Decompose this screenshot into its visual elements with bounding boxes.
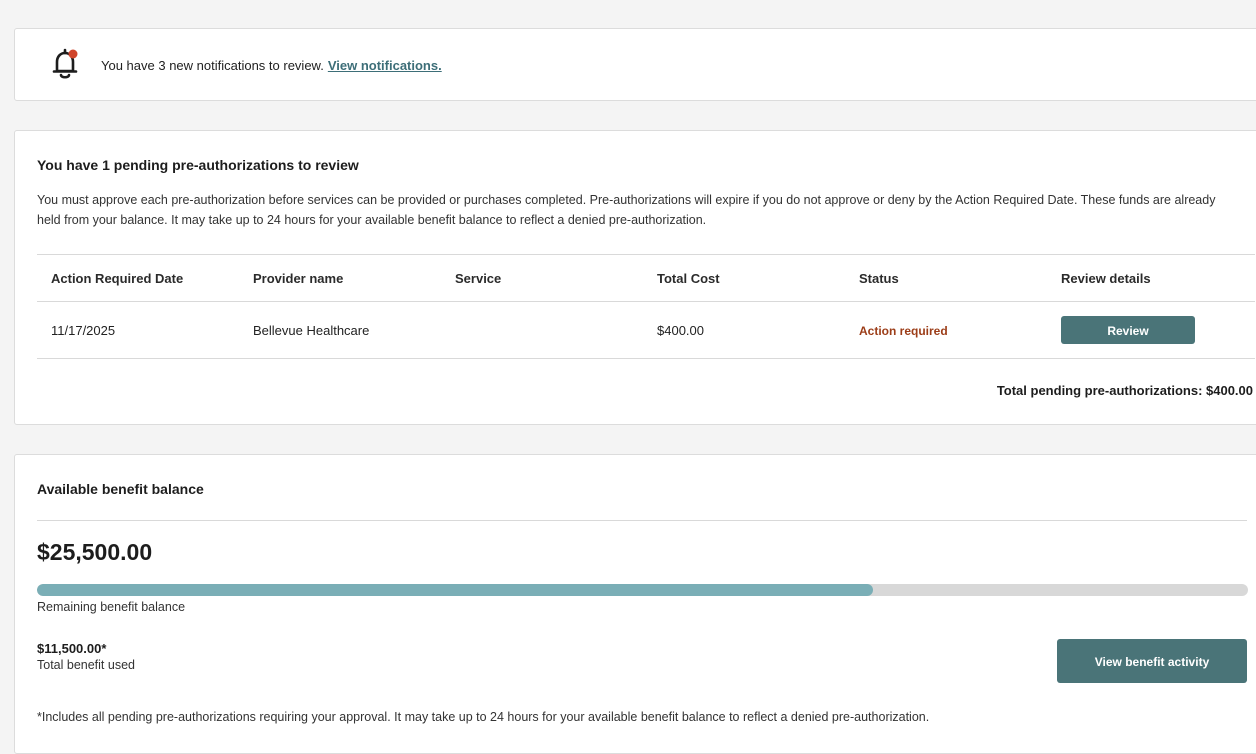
balance-footnote: *Includes all pending pre-authorizations… [37, 710, 930, 724]
status-badge: Action required [859, 323, 948, 338]
column-header: Provider name [253, 270, 344, 286]
action-required-date: 11/17/2025 [51, 322, 116, 338]
notification-badge-icon [68, 49, 78, 59]
pending-preauth-card: You have 1 pending pre-authorizations to… [14, 130, 1256, 425]
remaining-balance-label: Remaining benefit balance [37, 600, 186, 614]
balance-progress-bar [37, 584, 1248, 596]
column-header: Total Cost [657, 270, 720, 286]
preauth-table: Action Required Date Provider name Servi… [37, 254, 1255, 359]
pending-title: You have 1 pending pre-authorizations to… [37, 157, 359, 173]
review-cell: Review [1047, 316, 1255, 344]
notification-message: You have 3 new notifications to review. V… [101, 58, 442, 73]
view-notifications-link[interactable]: View notifications. [328, 58, 442, 73]
used-amount: $11,500.00* [37, 641, 107, 656]
balance-progress-fill [37, 584, 873, 596]
used-label: Total benefit used [37, 658, 135, 672]
benefit-balance-card: Available benefit balance $25,500.00 Rem… [14, 454, 1256, 754]
table-header-row: Action Required Date Provider name Servi… [37, 254, 1255, 301]
column-header: Service [455, 270, 502, 286]
divider [37, 520, 1247, 521]
notification-text: You have 3 new notifications to review. [101, 58, 324, 73]
notification-banner: You have 3 new notifications to review. V… [14, 28, 1256, 101]
pending-description: You must approve each pre-authorization … [37, 193, 1216, 227]
bell-icon [51, 47, 79, 81]
table-row: 11/17/2025 Bellevue Healthcare $400.00 A… [37, 301, 1255, 359]
review-button[interactable]: Review [1061, 316, 1195, 344]
pending-total: Total pending pre-authorizations: $400.0… [996, 383, 1253, 398]
view-benefit-activity-button[interactable]: View benefit activity [1057, 639, 1247, 683]
column-header: Review details [1061, 270, 1151, 286]
provider-name: Bellevue Healthcare [253, 322, 370, 338]
balance-title: Available benefit balance [37, 481, 204, 497]
status-cell: Action required [845, 323, 1047, 338]
total-cost: $400.00 [657, 322, 704, 338]
balance-amount: $25,500.00 [37, 539, 153, 565]
column-header: Status [859, 270, 899, 286]
column-header: Action Required Date [51, 270, 184, 286]
